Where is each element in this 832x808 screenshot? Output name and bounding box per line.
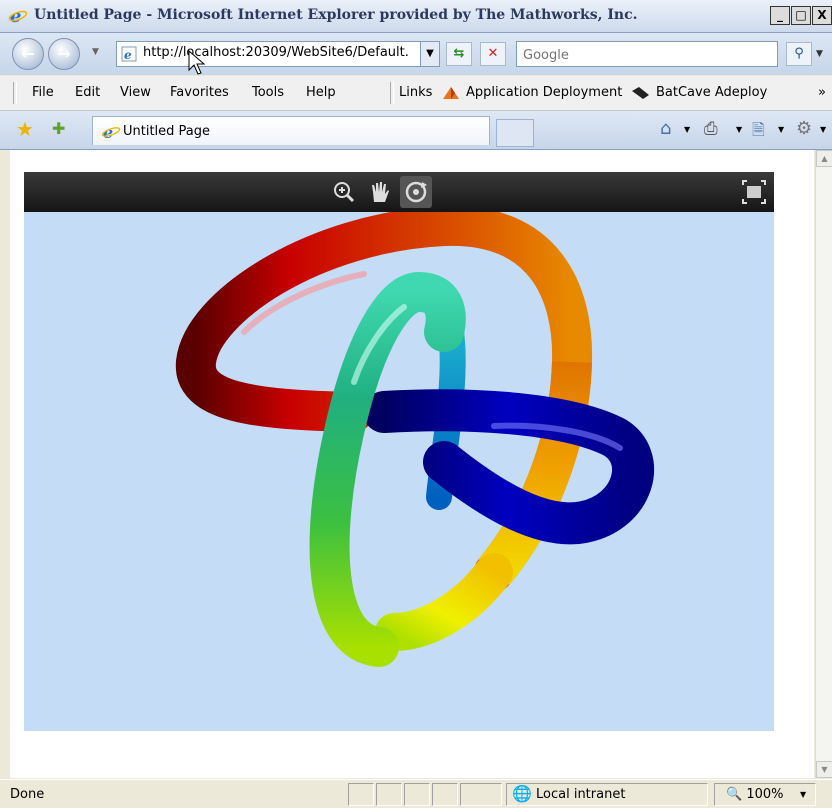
svg-text:e: e bbox=[124, 48, 132, 62]
page-dropdown-icon[interactable]: ▼ bbox=[778, 125, 784, 134]
toolbar-grip bbox=[13, 82, 17, 104]
search-icon: ⚲ bbox=[794, 46, 804, 61]
search-options-icon[interactable]: ▼ bbox=[816, 49, 823, 59]
links-grip bbox=[390, 82, 394, 104]
refresh-button[interactable]: ⇆ bbox=[446, 42, 472, 66]
home-dropdown-icon[interactable]: ▼ bbox=[684, 125, 690, 134]
minimize-button[interactable]: _ bbox=[770, 6, 790, 25]
back-arrow-icon: ← bbox=[21, 44, 35, 63]
menu-favorites[interactable]: Favorites bbox=[170, 85, 229, 100]
menu-view[interactable]: View bbox=[120, 85, 151, 100]
figure-canvas[interactable] bbox=[24, 212, 774, 731]
stop-icon: ✕ bbox=[487, 46, 499, 61]
print-dropdown-icon[interactable]: ▼ bbox=[736, 125, 742, 134]
status-segment bbox=[404, 783, 430, 806]
globe-icon: 🌐 bbox=[512, 784, 532, 803]
address-dropdown-icon[interactable]: ▼ bbox=[420, 42, 439, 66]
favorites-star-icon[interactable]: ★ bbox=[16, 117, 34, 141]
link-application-deployment[interactable]: Application Deployment bbox=[466, 85, 622, 100]
history-dropdown-icon[interactable]: ▼ bbox=[92, 47, 99, 57]
status-segment bbox=[376, 783, 402, 806]
vertical-scrollbar[interactable]: ▲ ▼ bbox=[815, 150, 832, 778]
home-icon[interactable]: ⌂ bbox=[660, 118, 671, 139]
address-toolbar: ← → ▼ e http://localhost:20309/WebSite6/… bbox=[0, 33, 832, 75]
batcave-icon bbox=[632, 87, 649, 99]
print-icon[interactable]: ⎙ bbox=[704, 119, 718, 139]
matlab-logo-icon bbox=[443, 87, 459, 99]
pan-hand-icon[interactable] bbox=[364, 176, 396, 208]
address-field[interactable]: e http://localhost:20309/WebSite6/Defaul… bbox=[116, 41, 440, 67]
forward-arrow-icon: → bbox=[57, 44, 71, 63]
page-icon: e bbox=[121, 46, 137, 62]
link-batcave-adeploy[interactable]: BatCave Adeploy bbox=[656, 85, 767, 100]
zoom-magnifier-icon: 🔍 bbox=[726, 787, 743, 802]
maximize-button[interactable]: □ bbox=[791, 6, 811, 25]
tab-ie-icon: e bbox=[101, 123, 121, 141]
links-label[interactable]: Links bbox=[399, 85, 432, 100]
back-button[interactable]: ← bbox=[12, 38, 44, 70]
zoom-in-icon[interactable] bbox=[328, 176, 360, 208]
tab-bar: ★ ✚ e Untitled Page ⌂ ▼ ⎙ ▼ 🗎 ▼ ⚙ ▼ bbox=[0, 111, 832, 150]
tools-dropdown-icon[interactable]: ▼ bbox=[820, 125, 826, 134]
add-favorites-icon[interactable]: ✚ bbox=[52, 119, 65, 138]
zoom-value: 100% bbox=[746, 787, 784, 802]
tools-gear-icon[interactable]: ⚙ bbox=[796, 118, 812, 139]
status-bar: Done 🌐 Local intranet 🔍 100% ▼ bbox=[0, 779, 832, 808]
new-tab-button[interactable] bbox=[496, 119, 534, 147]
menu-edit[interactable]: Edit bbox=[75, 85, 100, 100]
tab-untitled-page[interactable]: e Untitled Page bbox=[92, 116, 490, 145]
ie-logo-icon: e bbox=[8, 7, 28, 25]
menu-bar: File Edit View Favorites Tools Help Link… bbox=[0, 76, 832, 111]
url-text[interactable]: http://localhost:20309/WebSite6/Default. bbox=[143, 45, 409, 60]
zoom-level[interactable]: 🔍 100% bbox=[726, 787, 784, 802]
menu-file[interactable]: File bbox=[32, 85, 54, 100]
refresh-icon: ⇆ bbox=[453, 46, 465, 61]
title-bar: e Untitled Page - Microsoft Internet Exp… bbox=[0, 0, 832, 33]
mouse-cursor-icon bbox=[188, 50, 206, 75]
figure-toolbar bbox=[24, 172, 774, 212]
knot-segment-yellow bbox=[375, 553, 513, 651]
forward-button[interactable]: → bbox=[48, 38, 80, 70]
search-button[interactable]: ⚲ bbox=[786, 42, 812, 66]
status-text: Done bbox=[10, 787, 45, 802]
security-zone: Local intranet bbox=[536, 787, 626, 802]
scroll-down-icon[interactable]: ▼ bbox=[816, 761, 832, 778]
status-segment bbox=[348, 783, 374, 806]
zoom-dropdown-icon[interactable]: ▼ bbox=[800, 790, 806, 799]
rotate-3d-icon[interactable] bbox=[400, 176, 432, 208]
menu-tools[interactable]: Tools bbox=[252, 85, 284, 100]
status-segment bbox=[460, 783, 502, 806]
page-menu-icon[interactable]: 🗎 bbox=[752, 119, 765, 146]
fit-to-window-icon[interactable] bbox=[738, 176, 770, 208]
scroll-up-icon[interactable]: ▲ bbox=[816, 150, 832, 167]
knot-3d-plot[interactable] bbox=[24, 212, 774, 731]
links-overflow-chevron[interactable]: » bbox=[818, 85, 826, 100]
tab-label: Untitled Page bbox=[123, 124, 211, 139]
window-title: Untitled Page - Microsoft Internet Explo… bbox=[34, 7, 638, 23]
close-button[interactable]: X bbox=[812, 6, 832, 25]
stop-button[interactable]: ✕ bbox=[480, 42, 506, 66]
search-input[interactable] bbox=[521, 44, 775, 66]
status-segment bbox=[432, 783, 458, 806]
search-box[interactable] bbox=[516, 41, 778, 67]
menu-help[interactable]: Help bbox=[306, 85, 336, 100]
